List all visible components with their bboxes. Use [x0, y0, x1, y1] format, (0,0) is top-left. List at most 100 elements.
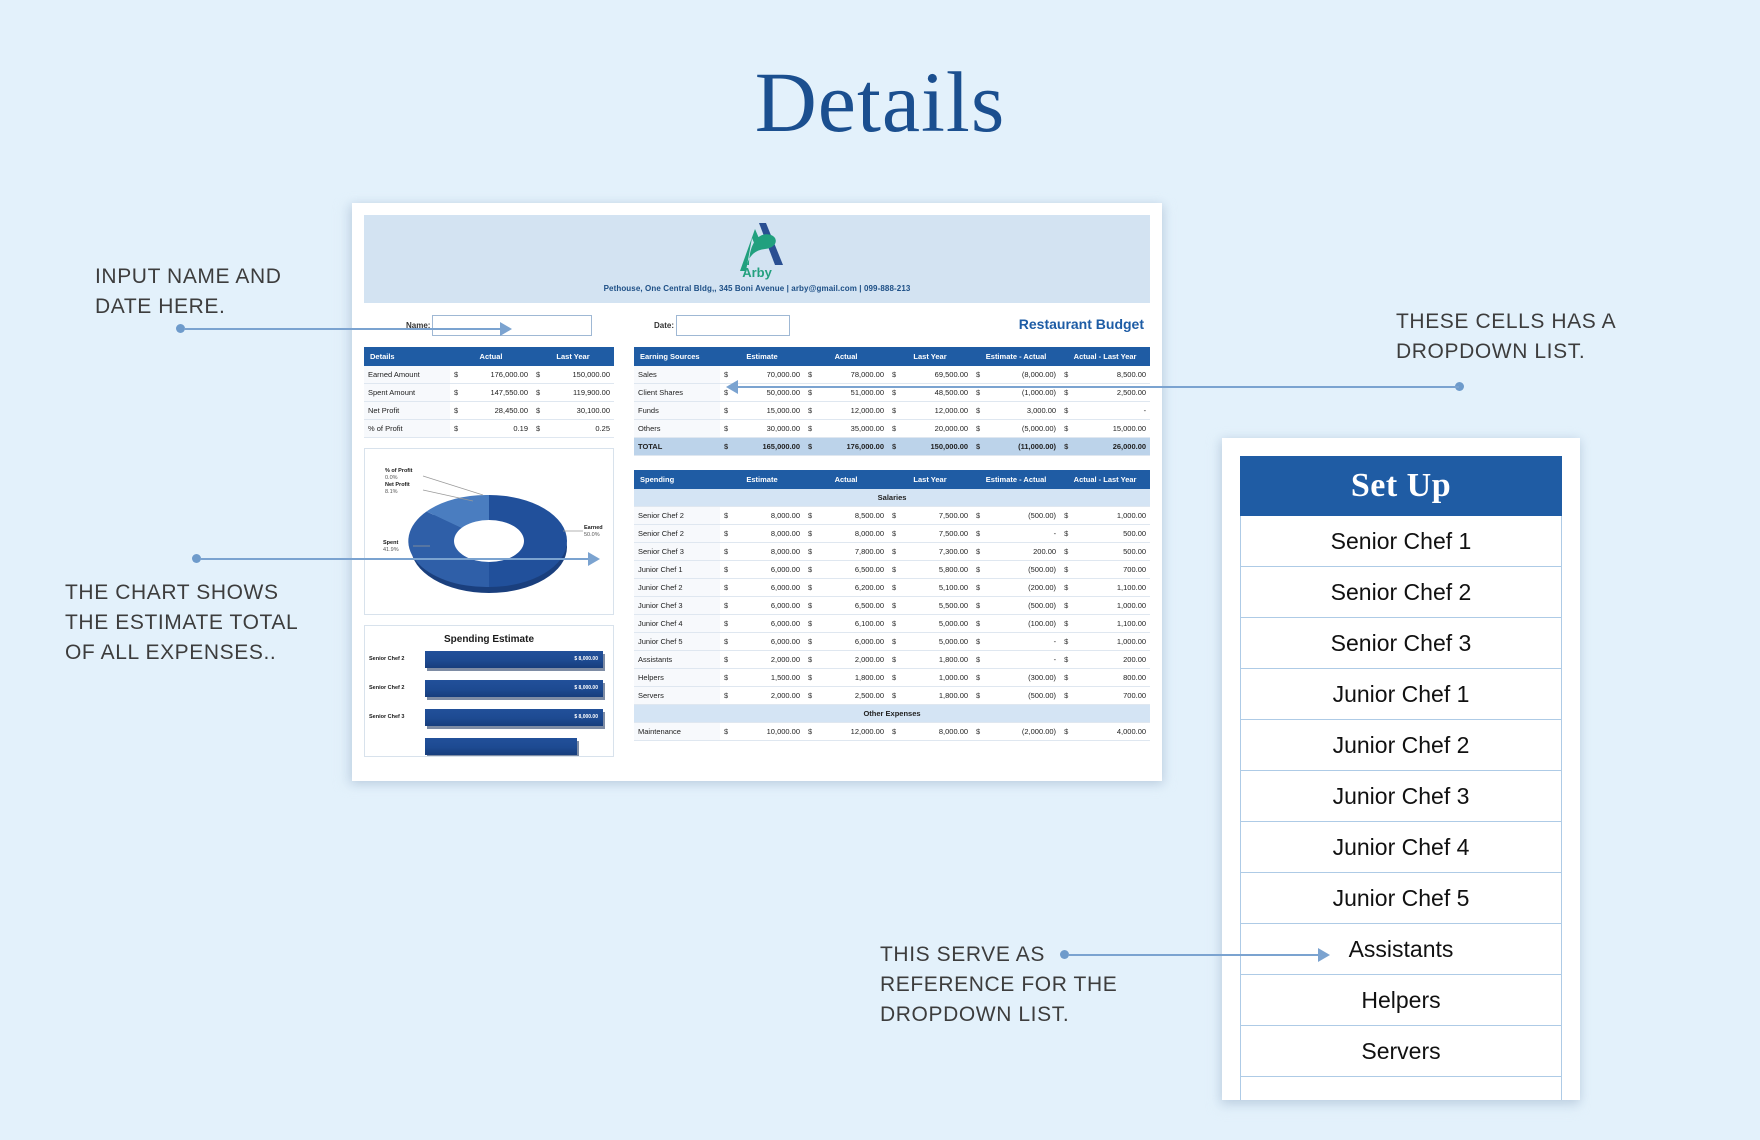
list-item-empty[interactable]: [1240, 1077, 1562, 1100]
table-row[interactable]: Junior Chef 4 $6,000.00 $6,100.00 $5,000.00…: [634, 614, 1151, 633]
row-label[interactable]: Maintenance: [634, 722, 720, 741]
list-item[interactable]: Senior Chef 1: [1240, 516, 1562, 567]
table-row[interactable]: Helpers $1,500.00 $1,800.00 $1,000.00 $ (300.…: [634, 668, 1151, 687]
cell-actual-last-year: 700.00: [1068, 686, 1151, 705]
currency-symbol: $: [1060, 668, 1068, 687]
letterhead: Arby Pethouse, One Central Bldg,, 345 Bo…: [364, 215, 1150, 303]
bar-value-label: $ 8,000.00: [574, 714, 598, 720]
list-item[interactable]: Junior Chef 4: [1240, 822, 1562, 873]
section-title: Salaries: [634, 489, 1151, 507]
currency-symbol: $: [888, 668, 896, 687]
col-spending: Spending: [634, 470, 720, 489]
callout-chart-line: [200, 558, 590, 560]
form-row: Name: Date: Restaurant Budget: [364, 303, 1150, 347]
table-row[interactable]: Spent Amount $ 147,550.00 $ 119,900.00: [364, 383, 615, 402]
row-label[interactable]: Senior Chef 3: [634, 542, 720, 561]
table-row[interactable]: Senior Chef 3 $8,000.00 $7,800.00 $7,300.00…: [634, 542, 1151, 561]
table-row[interactable]: Others $30,000.00 $35,000.00 $20,000.00 …: [634, 419, 1151, 438]
details-table[interactable]: Details Actual Last Year Earned Amount $…: [364, 347, 615, 438]
row-label[interactable]: Senior Chef 2: [634, 506, 720, 525]
cell-actual: 8,500.00: [812, 506, 889, 525]
bar: $ 8,000.00: [425, 680, 603, 697]
cell-last-year: 8,000.00: [896, 722, 973, 741]
setup-panel[interactable]: Set Up Senior Chef 1 Senior Chef 2 Senio…: [1222, 438, 1580, 1100]
currency-symbol: $: [972, 437, 980, 456]
currency-symbol: $: [888, 401, 896, 420]
table-row[interactable]: Junior Chef 1 $6,000.00 $6,500.00 $5,800.00…: [634, 560, 1151, 579]
table-row[interactable]: Junior Chef 5 $6,000.00 $6,000.00 $5,000.00…: [634, 632, 1151, 651]
currency-symbol: $: [720, 668, 728, 687]
table-row[interactable]: Junior Chef 3 $6,000.00 $6,500.00 $5,500.00…: [634, 596, 1151, 615]
cell-last-year: 7,500.00: [896, 506, 973, 525]
spending-table[interactable]: Spending Estimate Actual Last Year Estim…: [634, 470, 1151, 741]
bar-category-label: Senior Chef 2: [369, 656, 405, 662]
currency-symbol: $: [888, 578, 896, 597]
row-label[interactable]: Helpers: [634, 668, 720, 687]
row-label[interactable]: Junior Chef 2: [634, 578, 720, 597]
col-estimate-minus-actual: Estimate - Actual: [972, 347, 1061, 366]
list-item[interactable]: Junior Chef 1: [1240, 669, 1562, 720]
list-item[interactable]: Assistants: [1240, 924, 1562, 975]
row-label: TOTAL: [634, 437, 720, 456]
currency-symbol: $: [888, 632, 896, 651]
row-label[interactable]: Junior Chef 4: [634, 614, 720, 633]
currency-symbol: $: [804, 524, 812, 543]
list-item[interactable]: Helpers: [1240, 975, 1562, 1026]
callout-dropdown-cells: THESE CELLS HAS A DROPDOWN LIST.: [1396, 310, 1617, 363]
list-item[interactable]: Junior Chef 2: [1240, 720, 1562, 771]
bar-category-label: Senior Chef 3: [369, 714, 405, 720]
spending-table-body: Salaries Senior Chef 2 $8,000.00 $8,500.00…: [634, 489, 1151, 741]
row-label[interactable]: Assistants: [634, 650, 720, 669]
cell-estimate-actual: (5,000.00): [980, 419, 1061, 438]
date-input[interactable]: [676, 315, 790, 336]
table-row[interactable]: Senior Chef 2 $8,000.00 $8,500.00 $7,500.00…: [634, 506, 1151, 525]
currency-symbol: $: [804, 632, 812, 651]
row-label[interactable]: Junior Chef 5: [634, 632, 720, 651]
row-label[interactable]: Junior Chef 3: [634, 596, 720, 615]
row-label[interactable]: Servers: [634, 686, 720, 705]
spending-estimate-chart[interactable]: Spending Estimate Senior Chef 2 $ 8,000.…: [364, 625, 614, 757]
table-row[interactable]: Servers $2,000.00 $2,500.00 $1,800.00 $ (500.…: [634, 686, 1151, 705]
cell-actual: 8,000.00: [812, 524, 889, 543]
currency-symbol: $: [888, 419, 896, 438]
donut-label-text: % of Profit: [385, 468, 413, 474]
table-row[interactable]: Maintenance $10,000.00 $12,000.00 $8,000.00…: [634, 722, 1151, 741]
currency-symbol: $: [450, 419, 460, 438]
list-item[interactable]: Senior Chef 2: [1240, 567, 1562, 618]
currency-symbol: $: [532, 366, 543, 384]
list-item[interactable]: Junior Chef 5: [1240, 873, 1562, 924]
profit-donut-chart[interactable]: % of Profit 0.0% Net Profit 8.1% Spent 4…: [364, 448, 614, 615]
row-label[interactable]: Senior Chef 2: [634, 524, 720, 543]
list-item[interactable]: Servers: [1240, 1026, 1562, 1077]
list-item[interactable]: Junior Chef 3: [1240, 771, 1562, 822]
table-row[interactable]: Net Profit $ 28,450.00 $ 30,100.00: [364, 401, 615, 420]
earning-sources-table[interactable]: Earning Sources Estimate Actual Last Yea…: [634, 347, 1151, 456]
donut-label-value: 0.0%: [385, 474, 398, 481]
cell-actual: 12,000.00: [812, 722, 889, 741]
earning-table-header-row: Earning Sources Estimate Actual Last Yea…: [634, 347, 1151, 366]
currency-symbol: $: [888, 560, 896, 579]
row-label[interactable]: Junior Chef 1: [634, 560, 720, 579]
name-input[interactable]: [432, 315, 592, 336]
cell-last-year: 0.25: [542, 419, 615, 438]
cell-actual-last-year: 200.00: [1068, 650, 1151, 669]
currency-symbol: $: [1060, 650, 1068, 669]
spreadsheet-document[interactable]: Arby Pethouse, One Central Bldg,, 345 Bo…: [352, 203, 1162, 781]
cell-estimate: 6,000.00: [728, 578, 805, 597]
cell-estimate-actual: (200.00): [980, 578, 1061, 597]
table-row[interactable]: Sales $70,000.00 $78,000.00 $69,500.00 $…: [634, 366, 1151, 384]
table-row[interactable]: Senior Chef 2 $8,000.00 $8,000.00 $7,500.00…: [634, 524, 1151, 543]
cell-estimate-actual: (8,000.00): [980, 366, 1061, 384]
cell-estimate: 6,000.00: [728, 596, 805, 615]
cell-actual: 2,000.00: [812, 650, 889, 669]
table-row[interactable]: Earned Amount $ 176,000.00 $ 150,000.00: [364, 366, 615, 384]
table-row[interactable]: Junior Chef 2 $6,000.00 $6,200.00 $5,100.00…: [634, 578, 1151, 597]
table-row[interactable]: Assistants $2,000.00 $2,000.00 $1,800.00 $ - $…: [634, 650, 1151, 669]
row-label: Others: [634, 419, 720, 438]
currency-symbol: $: [720, 686, 728, 705]
table-row[interactable]: Funds $15,000.00 $12,000.00 $12,000.00 $…: [634, 401, 1151, 420]
table-row[interactable]: % of Profit $ 0.19 $ 0.25: [364, 419, 615, 438]
company-logo: Arby: [364, 221, 1150, 280]
currency-symbol: $: [1060, 560, 1068, 579]
list-item[interactable]: Senior Chef 3: [1240, 618, 1562, 669]
